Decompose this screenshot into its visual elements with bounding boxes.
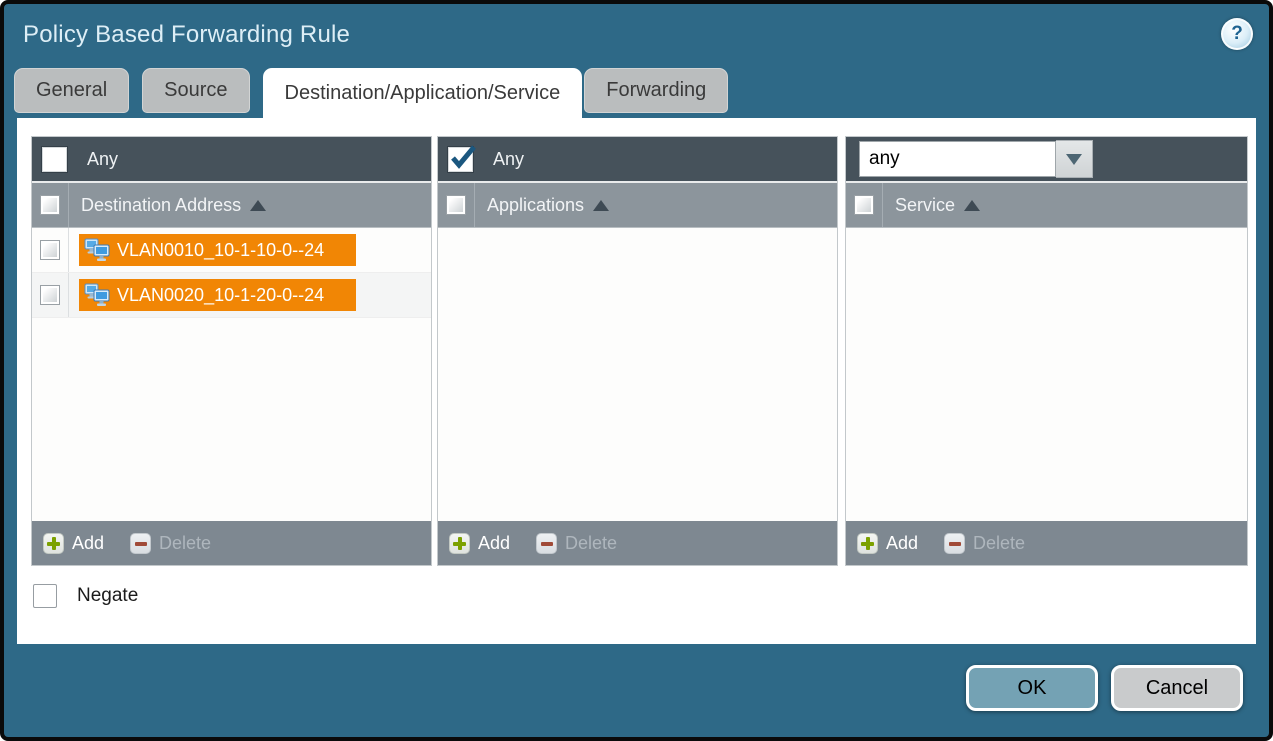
tab-general[interactable]: General — [14, 68, 129, 113]
tab-bar: General Source Destination/Application/S… — [14, 68, 741, 121]
applications-list — [438, 228, 837, 521]
title-bar: Policy Based Forwarding Rule ? — [4, 4, 1269, 66]
tab-content: Any Destination Address — [17, 118, 1256, 644]
destination-column-header[interactable]: Destination Address — [32, 183, 431, 228]
delete-button-label: Delete — [973, 533, 1025, 554]
service-add-button[interactable]: Add — [857, 533, 918, 554]
service-delete-button[interactable]: Delete — [944, 533, 1025, 554]
destination-panel-footer: Add Delete — [32, 521, 431, 565]
delete-button-label: Delete — [159, 533, 211, 554]
negate-row: Negate — [33, 584, 138, 608]
help-icon[interactable]: ? — [1221, 18, 1253, 50]
destination-address-label: VLAN0020_10-1-20-0--24 — [117, 285, 324, 306]
row-checkbox[interactable] — [40, 285, 60, 305]
service-panel-footer: Add Delete — [846, 521, 1247, 565]
tab-forwarding[interactable]: Forwarding — [584, 68, 728, 113]
destination-address-entry[interactable]: VLAN0010_10-1-10-0--24 — [79, 234, 356, 266]
negate-label: Negate — [77, 585, 138, 607]
policy-based-forwarding-dialog: Policy Based Forwarding Rule ? General S… — [0, 0, 1273, 741]
table-row: VLAN0010_10-1-10-0--24 — [32, 228, 431, 273]
delete-icon — [536, 533, 557, 554]
applications-panel-footer: Add Delete — [438, 521, 837, 565]
destination-delete-button[interactable]: Delete — [130, 533, 211, 554]
service-panel: any Service Add — [845, 136, 1248, 566]
network-icon — [84, 238, 110, 262]
destination-any-bar: Any — [32, 137, 431, 183]
negate-checkbox[interactable] — [33, 584, 57, 608]
applications-any-checkbox[interactable] — [448, 147, 473, 172]
add-button-label: Add — [478, 533, 510, 554]
dropdown-button[interactable] — [1056, 140, 1093, 178]
service-type-value[interactable]: any — [859, 141, 1056, 177]
sort-asc-icon — [250, 200, 266, 211]
delete-icon — [130, 533, 151, 554]
row-checkbox[interactable] — [40, 240, 60, 260]
network-icon — [84, 283, 110, 307]
applications-select-all-checkbox[interactable] — [446, 195, 466, 215]
service-type-dropdown[interactable]: any — [859, 140, 1093, 178]
dialog-title: Policy Based Forwarding Rule — [23, 21, 350, 49]
applications-any-label: Any — [493, 149, 524, 170]
destination-select-all-checkbox[interactable] — [40, 195, 60, 215]
service-dropdown-bar: any — [846, 137, 1247, 183]
service-select-all-checkbox[interactable] — [854, 195, 874, 215]
destination-column-title: Destination Address — [81, 195, 241, 216]
delete-icon — [944, 533, 965, 554]
cancel-button[interactable]: Cancel — [1111, 665, 1243, 711]
add-button-label: Add — [72, 533, 104, 554]
applications-add-button[interactable]: Add — [449, 533, 510, 554]
destination-any-checkbox[interactable] — [42, 147, 67, 172]
ok-button[interactable]: OK — [966, 665, 1098, 711]
applications-column-title: Applications — [487, 195, 584, 216]
service-column-title: Service — [895, 195, 955, 216]
destination-any-label: Any — [87, 149, 118, 170]
add-icon — [43, 533, 64, 554]
add-icon — [449, 533, 470, 554]
applications-column-header[interactable]: Applications — [438, 183, 837, 228]
destination-address-panel: Any Destination Address — [31, 136, 432, 566]
tab-source[interactable]: Source — [142, 68, 249, 113]
destination-list: VLAN0010_10-1-10-0--24 — [32, 228, 431, 521]
tab-destination-application-service[interactable]: Destination/Application/Service — [263, 68, 583, 121]
service-list — [846, 228, 1247, 521]
destination-address-entry[interactable]: VLAN0020_10-1-20-0--24 — [79, 279, 356, 311]
add-icon — [857, 533, 878, 554]
delete-button-label: Delete — [565, 533, 617, 554]
applications-any-bar: Any — [438, 137, 837, 183]
sort-asc-icon — [593, 200, 609, 211]
applications-panel: Any Applications Add Delete — [437, 136, 838, 566]
table-row: VLAN0020_10-1-20-0--24 — [32, 273, 431, 318]
add-button-label: Add — [886, 533, 918, 554]
destination-address-label: VLAN0010_10-1-10-0--24 — [117, 240, 324, 261]
chevron-down-icon — [1066, 154, 1082, 165]
sort-asc-icon — [964, 200, 980, 211]
applications-delete-button[interactable]: Delete — [536, 533, 617, 554]
service-column-header[interactable]: Service — [846, 183, 1247, 228]
destination-add-button[interactable]: Add — [43, 533, 104, 554]
